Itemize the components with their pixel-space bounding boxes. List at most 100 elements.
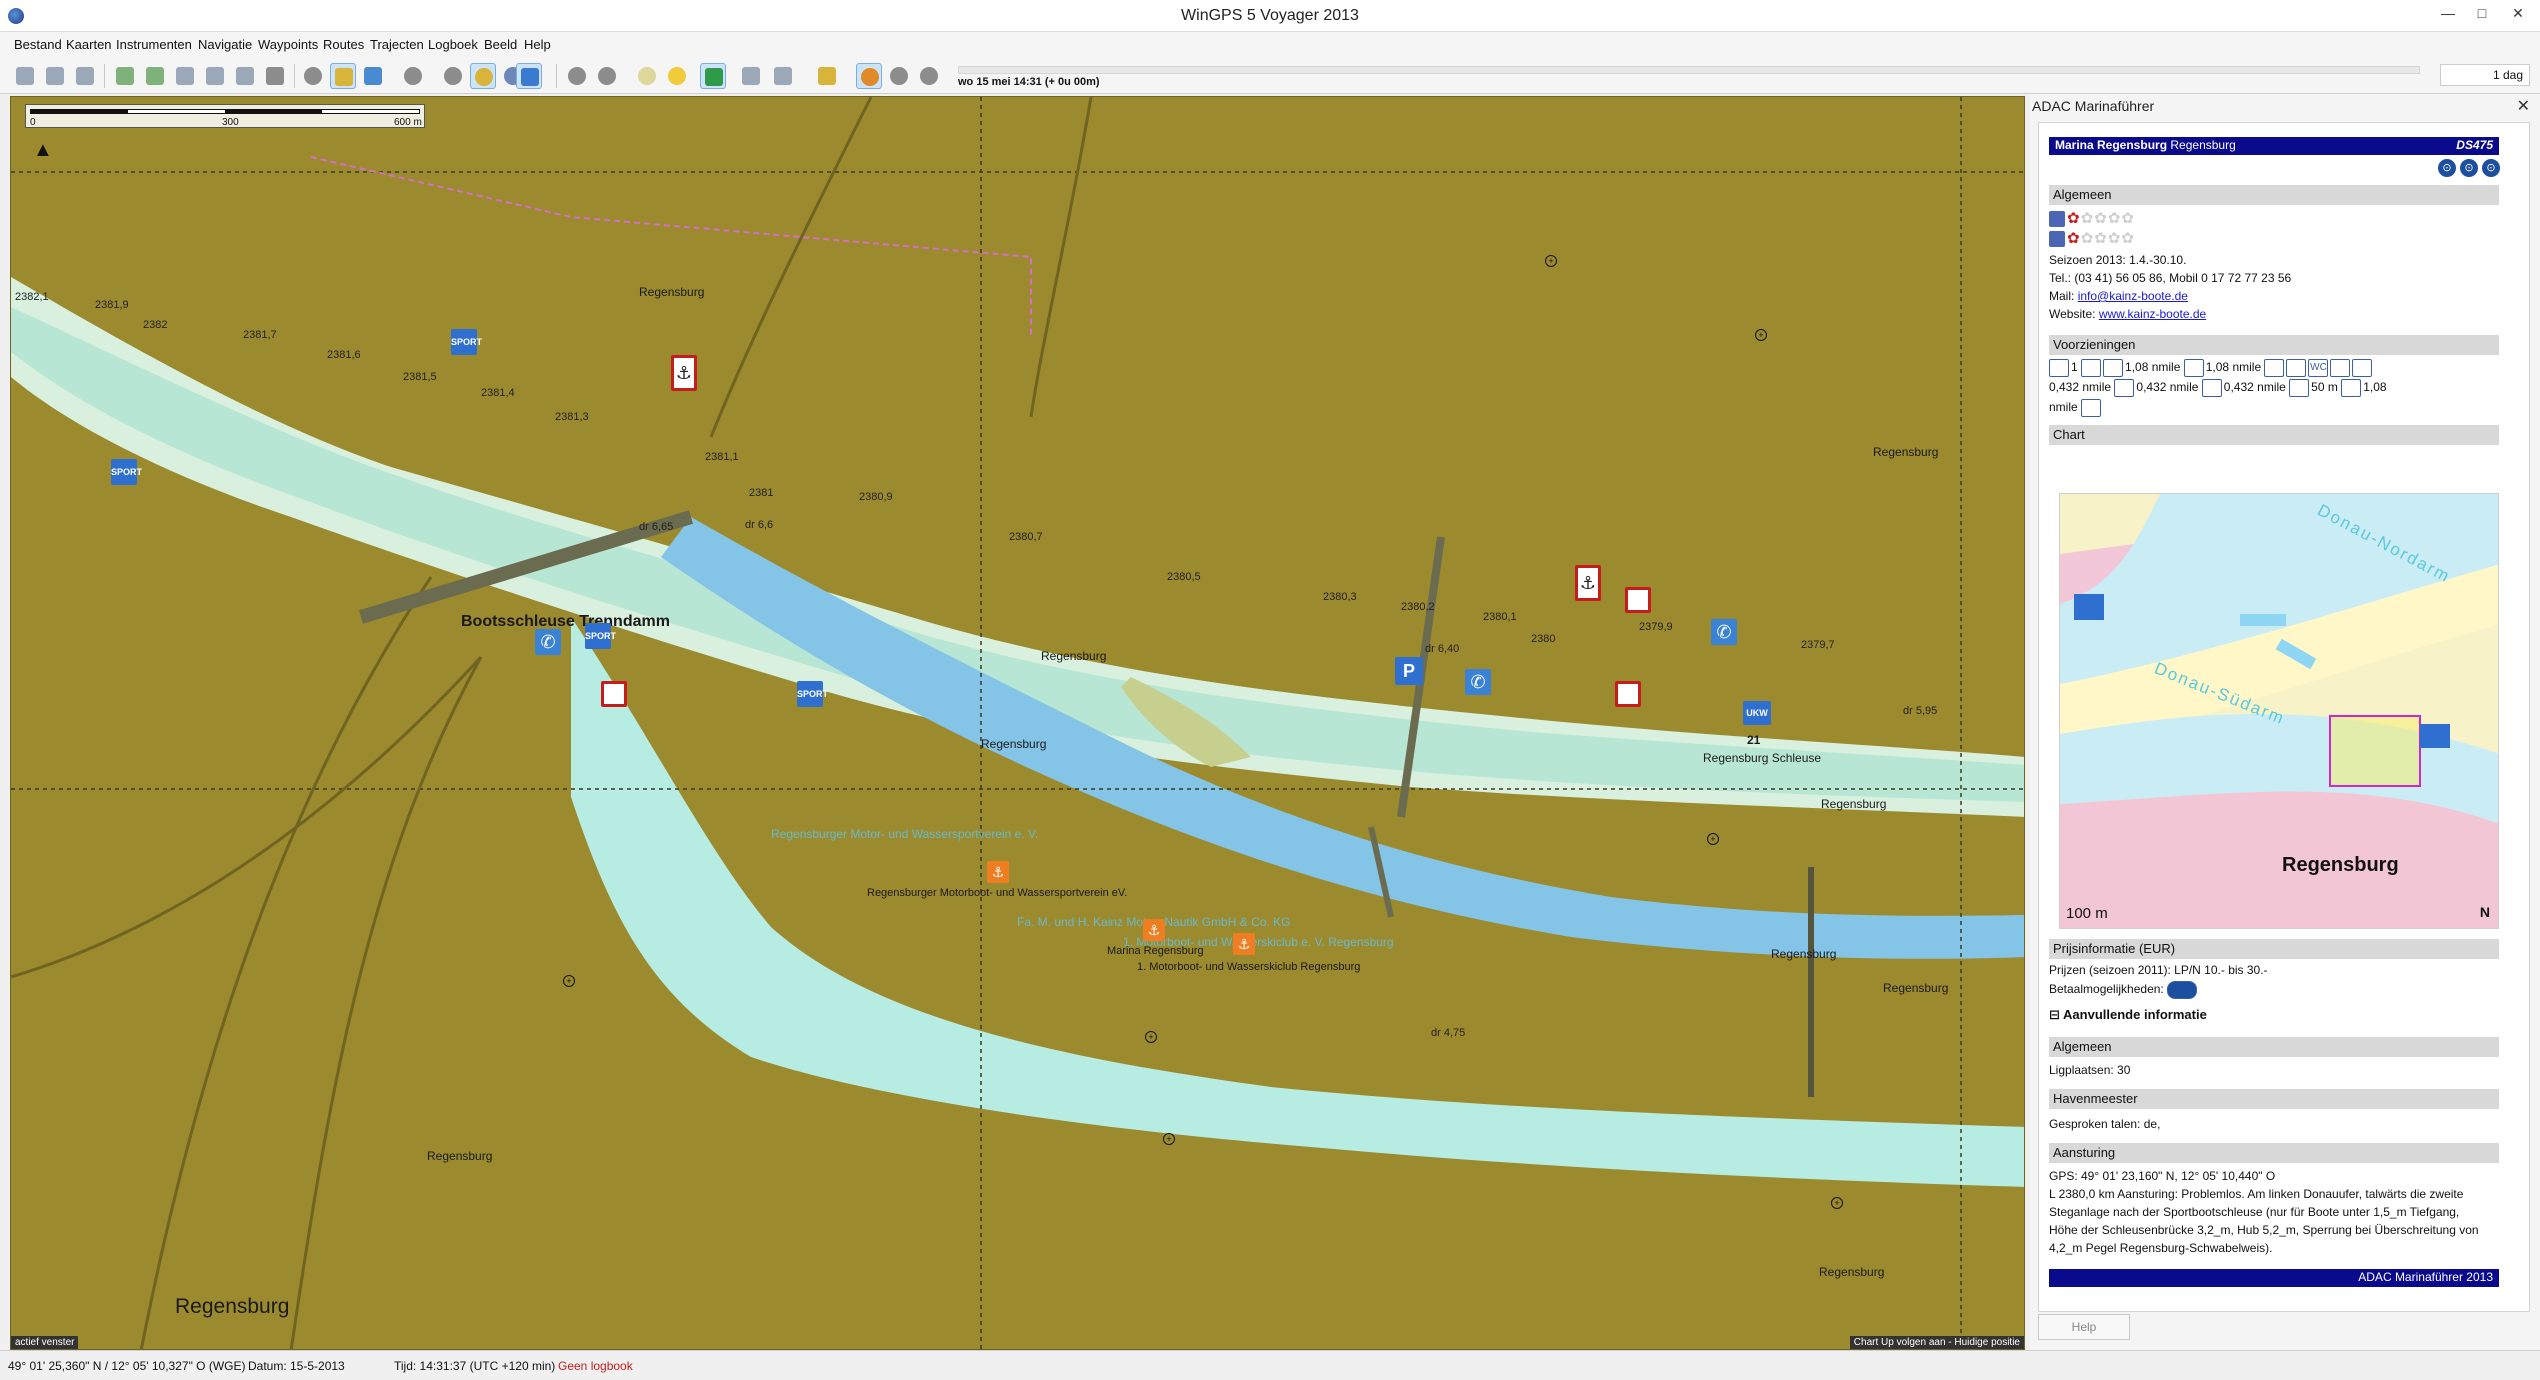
night-icon[interactable] xyxy=(664,63,690,89)
sport-icon[interactable]: SPORT xyxy=(451,329,482,355)
print-icon[interactable] xyxy=(738,63,764,89)
marina-orange-icon[interactable]: ⚓ xyxy=(1143,919,1165,941)
rating-row: ✿✿✿✿✿ xyxy=(2049,209,2135,228)
marina-panel: ADAC Marinaführer ✕ Marina Regensburg Re… xyxy=(2030,94,2540,1350)
maximize-button[interactable]: □ xyxy=(2468,2,2496,24)
zoom-in-icon[interactable] xyxy=(564,63,590,89)
panel-close-button[interactable]: ✕ xyxy=(2517,96,2530,116)
chart-map[interactable]: 0 300 600 m ▲ Regensburg Regensburg Rege… xyxy=(10,96,2025,1350)
timeline-slider[interactable] xyxy=(958,66,2420,74)
ais-icon[interactable] xyxy=(440,63,466,89)
panel-title: ADAC Marinaführer xyxy=(2032,98,2155,114)
marina-orange-icon[interactable]: ⚓ xyxy=(987,861,1009,883)
view-icon[interactable]: ⊙ xyxy=(2438,159,2456,177)
zoom-out-icon[interactable] xyxy=(594,63,620,89)
close-button[interactable]: ✕ xyxy=(2504,2,2532,24)
radar-icon[interactable] xyxy=(470,63,496,89)
tide-icon[interactable] xyxy=(360,63,386,89)
label-regensburg: Regensburg xyxy=(1873,445,1939,459)
menu-routes[interactable]: Routes xyxy=(323,37,364,52)
sport-icon[interactable]: SPORT xyxy=(797,681,828,707)
anchor-prohibited-icon[interactable]: ⚓ xyxy=(1575,565,1601,601)
range-select[interactable]: 1 dag xyxy=(2440,64,2530,86)
label-km: 2382 xyxy=(143,319,168,331)
section-aanvullend[interactable]: ⊟ Aanvullende informatie xyxy=(2049,1007,2207,1023)
weather-icon[interactable] xyxy=(400,63,426,89)
chart-select-icon[interactable] xyxy=(330,63,356,89)
phone-icon[interactable]: ✆ xyxy=(535,629,561,655)
route-icon[interactable] xyxy=(112,63,138,89)
wreck-icon: + xyxy=(1707,833,1719,845)
snowflake-icon xyxy=(2103,359,2124,377)
clock-icon[interactable] xyxy=(856,63,882,89)
wreck-icon: + xyxy=(1545,255,1557,267)
day-icon[interactable] xyxy=(634,63,660,89)
ukw-icon[interactable]: UKW xyxy=(1743,701,1771,725)
time-readout: Tijd: 14:31:37 (UTC +120 min) xyxy=(394,1359,556,1373)
label-regensburg: Regensburg xyxy=(1041,649,1107,663)
wave-sign-icon xyxy=(601,681,627,707)
phone-icon[interactable]: ✆ xyxy=(1711,619,1737,645)
help-button[interactable]: Help xyxy=(2038,1314,2130,1340)
menu-bestand[interactable]: Bestand xyxy=(14,37,62,52)
sport-icon[interactable]: SPORT xyxy=(585,623,616,649)
layers-icon[interactable] xyxy=(262,63,288,89)
menu-waypoints[interactable]: Waypoints xyxy=(258,37,318,52)
waypoint-icon[interactable] xyxy=(172,63,198,89)
menu-instrumenten[interactable]: Instrumenten xyxy=(116,37,192,52)
timer-icon[interactable] xyxy=(886,63,912,89)
globe-icon[interactable] xyxy=(300,63,326,89)
mail-link[interactable]: info@kainz-boote.de xyxy=(2078,289,2188,303)
prices-text: Prijzen (seizoen 2011): LP/N 10.- bis 30… xyxy=(2049,963,2268,977)
label-km: 2381,5 xyxy=(403,371,437,383)
marina-name: Marina Regensburg xyxy=(2055,138,2168,152)
label-km: 2379,7 xyxy=(1801,639,1835,651)
basket-icon xyxy=(2352,359,2373,377)
instrument-icon[interactable] xyxy=(42,63,68,89)
people-icon[interactable] xyxy=(72,63,98,89)
season-text: Seizoen 2013: 1.4.-30.10. xyxy=(2049,253,2187,267)
panel-footer: ADAC Marinaführer 2013 xyxy=(2049,1269,2499,1287)
measure-icon[interactable] xyxy=(700,63,726,89)
mark-icon[interactable] xyxy=(232,63,258,89)
section-prijs: Prijsinformatie (EUR) xyxy=(2049,939,2499,959)
fuel-icon xyxy=(2289,379,2310,397)
parking-icon[interactable]: P xyxy=(1395,657,1423,685)
facilities-line-1: 1 1,08 nmile 1,08 nmile WC xyxy=(2049,359,2374,377)
route-edit-icon[interactable] xyxy=(142,63,168,89)
website-link[interactable]: www.kainz-boote.de xyxy=(2099,307,2206,321)
gps-text: GPS: 49° 01' 23,160" N, 12° 05' 10,440" … xyxy=(2049,1169,2276,1183)
move-icon[interactable] xyxy=(516,63,542,89)
panel-content[interactable]: Marina Regensburg Regensburg DS475 ⊙ ⊙ ⊙ A… xyxy=(2038,122,2530,1312)
info-icon[interactable]: ⊙ xyxy=(2460,159,2478,177)
status-bar: 49° 01' 25,360" N / 12° 05' 10,327" O (W… xyxy=(0,1350,2540,1380)
sport-icon[interactable]: SPORT xyxy=(111,459,142,485)
label-km: 2381,4 xyxy=(481,387,515,399)
menu-navigatie[interactable]: Navigatie xyxy=(198,37,252,52)
label-km: 2381,1 xyxy=(705,451,739,463)
menu-kaarten[interactable]: Kaarten xyxy=(66,37,112,52)
logbook-icon[interactable] xyxy=(814,63,840,89)
payment-row: Betaalmogelijkheden: xyxy=(2049,981,2199,999)
languages-text: Gesproken talen: de, xyxy=(2049,1117,2161,1131)
window-title: WinGPS 5 Voyager 2013 xyxy=(1181,7,1359,24)
approach-line-1: L 2380,0 km Aansturing: Problemlos. Am l… xyxy=(2049,1187,2464,1201)
navigate-icon[interactable]: ⊙ xyxy=(2482,159,2500,177)
anchor-prohibited-icon[interactable]: ⚓ xyxy=(671,355,697,391)
menu-help[interactable]: Help xyxy=(524,37,551,52)
approach-line-2: Steganlage nach der Sportbootschleuse (n… xyxy=(2049,1205,2460,1219)
window-icon[interactable] xyxy=(770,63,796,89)
menu-beeld[interactable]: Beeld xyxy=(484,37,517,52)
marina-orange-icon[interactable]: ⚓ xyxy=(1233,933,1255,955)
menu-trajecten[interactable]: Trajecten xyxy=(370,37,424,52)
minimize-button[interactable]: — xyxy=(2434,2,2462,24)
label-regensburg-schleuse: Regensburg Schleuse xyxy=(1703,751,1822,765)
track-icon[interactable] xyxy=(202,63,228,89)
gps-icon[interactable] xyxy=(12,63,38,89)
phone-icon[interactable]: ✆ xyxy=(1465,669,1491,695)
label-km: 2379,9 xyxy=(1639,621,1673,633)
logbook-status[interactable]: Geen logbook xyxy=(558,1359,633,1373)
settings-icon[interactable] xyxy=(916,63,942,89)
marina-mini-chart[interactable]: Donau-Nordarm Donau-Südarm Regensburg 10… xyxy=(2059,493,2499,929)
menu-logboek[interactable]: Logboek xyxy=(428,37,478,52)
